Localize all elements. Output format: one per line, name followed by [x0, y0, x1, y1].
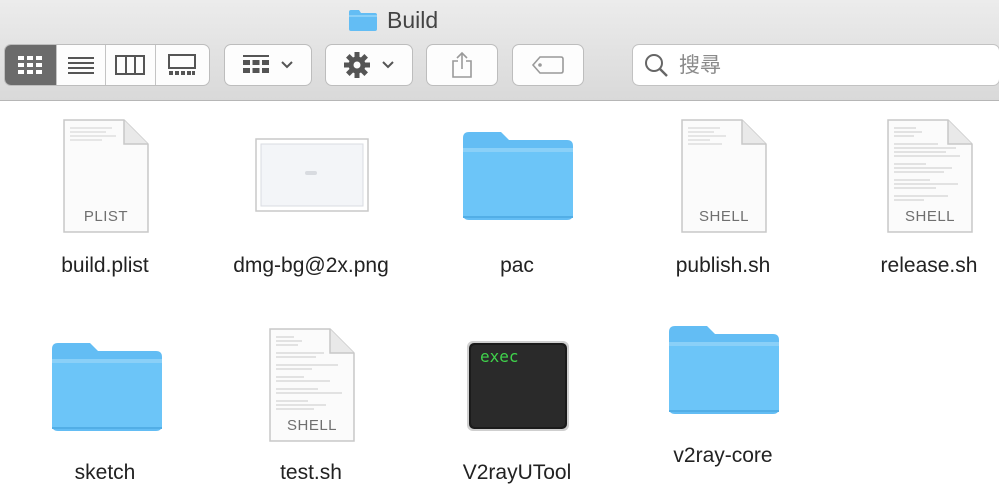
gallery-view-icon — [168, 54, 197, 75]
gear-icon — [344, 52, 370, 78]
chevron-down-icon — [281, 61, 293, 69]
file-item-release-sh[interactable]: SHELL release.sh — [829, 112, 999, 282]
exec-label: exec — [480, 347, 519, 366]
file-item-sketch[interactable]: sketch — [5, 325, 205, 495]
folder-icon — [349, 10, 377, 31]
list-view-icon — [67, 57, 94, 74]
search-input[interactable] — [677, 52, 981, 78]
folder-icon — [463, 132, 573, 220]
file-item-build-plist[interactable]: PLIST build.plist — [5, 112, 205, 282]
group-by-icon — [243, 55, 269, 73]
file-name[interactable]: pac — [417, 254, 617, 278]
gallery-view-button[interactable] — [156, 45, 209, 85]
share-button[interactable] — [426, 44, 498, 86]
file-name[interactable]: V2rayUTool — [417, 461, 617, 485]
group-by-button[interactable] — [224, 44, 312, 86]
icon-view-icon — [18, 56, 43, 74]
share-icon — [452, 51, 472, 78]
file-name[interactable]: publish.sh — [623, 254, 823, 278]
folder-icon — [52, 343, 162, 431]
file-type-badge: PLIST — [83, 208, 129, 225]
file-item-v2ray-core[interactable]: v2ray-core — [623, 308, 823, 478]
file-type-badge: SHELL — [286, 417, 338, 434]
search-field[interactable] — [632, 44, 999, 86]
column-view-button[interactable] — [106, 45, 156, 85]
folder-icon — [669, 326, 779, 414]
file-item-dmg-bg[interactable]: dmg-bg@2x.png — [211, 112, 411, 282]
file-name[interactable]: dmg-bg@2x.png — [211, 254, 411, 278]
chevron-down-icon — [382, 61, 394, 69]
window-title-text: Build — [387, 6, 439, 33]
file-name[interactable]: test.sh — [211, 461, 411, 485]
file-name[interactable]: v2ray-core — [623, 444, 823, 468]
image-thumbnail-icon — [255, 138, 369, 212]
file-type-badge: SHELL — [904, 208, 956, 225]
search-icon — [645, 54, 668, 77]
file-name[interactable]: release.sh — [829, 254, 999, 278]
tag-button[interactable] — [512, 44, 584, 86]
file-item-test-sh[interactable]: SHELL test.sh — [211, 325, 411, 495]
file-type-badge: SHELL — [698, 208, 750, 225]
file-item-publish-sh[interactable]: SHELL publish.sh — [623, 112, 823, 282]
list-view-button[interactable] — [57, 45, 107, 85]
column-view-icon — [115, 55, 146, 75]
file-name[interactable]: sketch — [5, 461, 205, 485]
icon-view-button[interactable] — [5, 45, 57, 85]
action-menu-button[interactable] — [325, 44, 413, 86]
file-item-pac[interactable]: pac — [417, 112, 617, 282]
tag-icon — [531, 56, 564, 74]
file-item-v2rayutool[interactable]: exec V2rayUTool — [417, 325, 617, 495]
window-title: Build — [348, 6, 438, 34]
finder-toolbar: Build — [0, 0, 999, 101]
file-name[interactable]: build.plist — [5, 254, 205, 278]
view-mode-control[interactable] — [4, 44, 210, 86]
